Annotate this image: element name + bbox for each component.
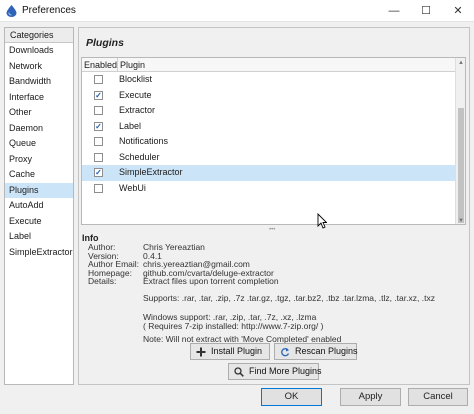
plugin-name: Scheduler: [119, 151, 160, 162]
plugin-name: Label: [119, 120, 142, 131]
plugin-name: SimpleExtractor: [119, 167, 183, 177]
category-queue[interactable]: Queue: [5, 136, 73, 152]
cancel-button[interactable]: Cancel: [408, 388, 468, 406]
plugins-rows: Blocklist ✓ Execute Extractor ✓ Label Notifica…: [82, 72, 465, 196]
category-plugins[interactable]: Plugins: [5, 182, 73, 198]
plugin-enabled-checkbox[interactable]: [94, 183, 103, 193]
find-more-plugins-button[interactable]: Find More Plugins: [228, 363, 322, 380]
plugin-row-webui[interactable]: WebUi: [82, 181, 465, 197]
plugin-name: Notifications: [119, 136, 169, 146]
plugin-enabled-checkbox[interactable]: [94, 137, 103, 146]
column-header-plugin[interactable]: Plugin: [120, 60, 145, 70]
plugin-enabled-checkbox[interactable]: ✓: [94, 168, 103, 177]
plugin-row-extractor[interactable]: Extractor: [82, 103, 465, 119]
column-header-enabled[interactable]: Enabled: [84, 60, 117, 70]
table-scrollbar[interactable]: ▲ ▼: [455, 58, 465, 224]
title-bar: Preferences — ☐ ✕: [0, 0, 474, 22]
refresh-icon: [281, 347, 290, 357]
plugin-enabled-checkbox[interactable]: [94, 106, 103, 115]
plugin-enabled-checkbox[interactable]: ✓: [94, 121, 103, 131]
category-network[interactable]: Network: [5, 59, 73, 75]
window-title: Preferences: [22, 5, 76, 16]
category-downloads[interactable]: Downloads: [5, 43, 73, 59]
find-more-plugins-label: Find More Plugins: [249, 366, 322, 376]
category-bandwidth[interactable]: Bandwidth: [5, 74, 73, 90]
plugin-enabled-checkbox[interactable]: [94, 75, 103, 84]
plus-icon: [196, 347, 206, 357]
plugins-table: Enabled Plugin Blocklist ✓ Execute Extracto…: [81, 57, 466, 225]
minimize-button[interactable]: —: [378, 0, 410, 22]
plugin-row-simpleextractor[interactable]: ✓ SimpleExtractor: [82, 165, 465, 181]
categories-list: Downloads Network Bandwidth Interface Other D…: [5, 43, 73, 260]
rescan-plugins-label: Rescan Plugins: [295, 346, 358, 356]
category-interface[interactable]: Interface: [5, 90, 73, 106]
deluge-app-icon: [6, 5, 17, 17]
table-header: Enabled Plugin: [82, 58, 465, 72]
plugin-enabled-checkbox[interactable]: ✓: [94, 90, 103, 100]
ok-button[interactable]: OK: [261, 388, 322, 406]
category-proxy[interactable]: Proxy: [5, 152, 73, 168]
install-plugin-label: Install Plugin: [211, 346, 263, 356]
scroll-down-arrow-icon[interactable]: ▼: [456, 216, 465, 224]
supports-text: Supports: .rar, .tar, .zip, .7z .tar.gz,…: [143, 293, 435, 303]
plugin-row-notifications[interactable]: Notifications: [82, 134, 465, 150]
categories-panel: Categories Downloads Network Bandwidth Inte…: [4, 27, 74, 385]
info-field-label: Details:: [88, 276, 117, 287]
apply-button[interactable]: Apply: [340, 388, 401, 406]
scrollbar-thumb[interactable]: [458, 108, 464, 223]
plugin-enabled-checkbox[interactable]: [94, 152, 103, 162]
plugin-name: Blocklist: [119, 74, 153, 84]
plugin-name: Execute: [119, 89, 152, 100]
plugin-row-execute[interactable]: ✓ Execute: [82, 88, 465, 104]
info-field-value: Extract files upon torrent completion: [143, 276, 279, 287]
plugins-page: Plugins Enabled Plugin Blocklist ✓ Execute…: [78, 27, 470, 385]
categories-header[interactable]: Categories: [5, 28, 73, 43]
category-execute[interactable]: Execute: [5, 214, 73, 230]
close-button[interactable]: ✕: [442, 0, 474, 22]
plugin-row-label[interactable]: ✓ Label: [82, 119, 465, 135]
maximize-button[interactable]: ☐: [410, 0, 442, 22]
search-icon: [234, 367, 244, 377]
requires-text: ( Requires 7-zip installed: http://www.7…: [143, 321, 324, 331]
mouse-pointer-icon: [317, 213, 327, 229]
category-simpleextractor[interactable]: SimpleExtractor: [5, 245, 73, 261]
scroll-up-arrow-icon[interactable]: ▲: [456, 58, 465, 68]
column-separator: [117, 58, 118, 72]
category-daemon[interactable]: Daemon: [5, 121, 73, 137]
category-label[interactable]: Label: [5, 229, 73, 245]
pane-splitter-handle[interactable]: •••: [269, 227, 275, 233]
rescan-plugins-button[interactable]: Rescan Plugins: [274, 343, 358, 360]
category-autoadd[interactable]: AutoAdd: [5, 198, 73, 214]
plugin-name: Extractor: [119, 105, 156, 115]
category-cache[interactable]: Cache: [5, 167, 73, 183]
install-plugin-button[interactable]: Install Plugin: [190, 343, 270, 360]
plugin-name: WebUi: [119, 182, 146, 193]
plugin-row-scheduler[interactable]: Scheduler: [82, 150, 465, 166]
page-title: Plugins: [86, 37, 124, 49]
plugin-row-blocklist[interactable]: Blocklist: [82, 72, 465, 88]
category-other[interactable]: Other: [5, 105, 73, 121]
